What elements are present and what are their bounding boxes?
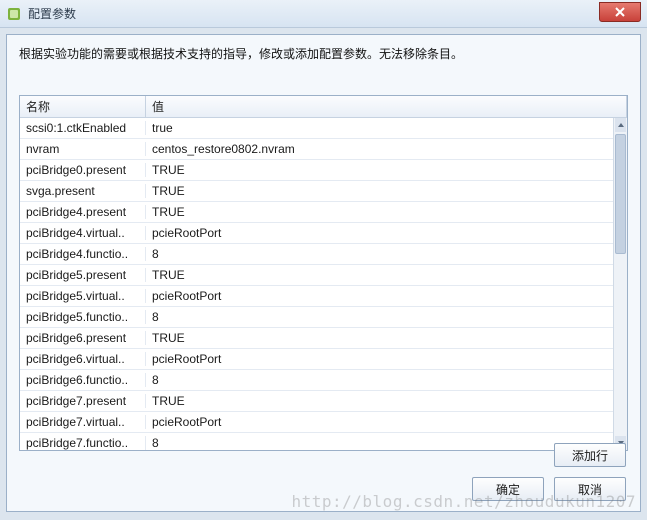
cell-name: pciBridge7.virtual.. (20, 415, 146, 429)
table-row[interactable]: svga.presentTRUE (20, 181, 613, 202)
table-row[interactable]: pciBridge5.virtual..pcieRootPort (20, 286, 613, 307)
window-title: 配置参数 (28, 5, 76, 22)
titlebar: 配置参数 (0, 0, 647, 28)
cell-value: 8 (146, 247, 613, 261)
table-row[interactable]: pciBridge6.functio..8 (20, 370, 613, 391)
table-row[interactable]: pciBridge7.virtual..pcieRootPort (20, 412, 613, 433)
scroll-thumb[interactable] (615, 134, 626, 254)
column-header-name[interactable]: 名称 (20, 96, 146, 117)
table-row[interactable]: pciBridge4.virtual..pcieRootPort (20, 223, 613, 244)
table-row[interactable]: scsi0:1.ctkEnabledtrue (20, 118, 613, 139)
cell-name: pciBridge0.present (20, 163, 146, 177)
table-row[interactable]: pciBridge0.presentTRUE (20, 160, 613, 181)
config-table: 名称 值 scsi0:1.ctkEnabledtruenvramcentos_r… (19, 95, 628, 451)
cell-value: TRUE (146, 163, 613, 177)
cell-value: TRUE (146, 394, 613, 408)
app-icon (6, 6, 22, 22)
cell-name: pciBridge6.present (20, 331, 146, 345)
table-row[interactable]: pciBridge4.functio..8 (20, 244, 613, 265)
cell-name: pciBridge5.functio.. (20, 310, 146, 324)
ok-button[interactable]: 确定 (472, 477, 544, 501)
cell-name: nvram (20, 142, 146, 156)
cell-name: pciBridge5.present (20, 268, 146, 282)
cell-name: pciBridge7.present (20, 394, 146, 408)
cell-name: pciBridge7.functio.. (20, 436, 146, 450)
cell-name: pciBridge6.virtual.. (20, 352, 146, 366)
cell-name: svga.present (20, 184, 146, 198)
cell-value: pcieRootPort (146, 352, 613, 366)
table-row[interactable]: nvramcentos_restore0802.nvram (20, 139, 613, 160)
cell-name: pciBridge4.virtual.. (20, 226, 146, 240)
scroll-up-arrow[interactable] (615, 118, 626, 132)
cell-value: TRUE (146, 268, 613, 282)
description-text: 根据实验功能的需要或根据技术支持的指导，修改或添加配置参数。无法移除条目。 (7, 35, 640, 68)
vertical-scrollbar[interactable] (613, 118, 627, 450)
cell-value: TRUE (146, 331, 613, 345)
add-row-button[interactable]: 添加行 (554, 443, 626, 467)
dialog-panel: 根据实验功能的需要或根据技术支持的指导，修改或添加配置参数。无法移除条目。 名称… (6, 34, 641, 512)
cell-value: centos_restore0802.nvram (146, 142, 613, 156)
cell-name: pciBridge4.present (20, 205, 146, 219)
table-row[interactable]: pciBridge5.presentTRUE (20, 265, 613, 286)
table-header: 名称 值 (20, 96, 627, 118)
close-button[interactable] (599, 2, 641, 22)
cell-value: 8 (146, 373, 613, 387)
cell-name: pciBridge4.functio.. (20, 247, 146, 261)
cell-value: TRUE (146, 184, 613, 198)
cancel-button[interactable]: 取消 (554, 477, 626, 501)
column-header-value[interactable]: 值 (146, 96, 627, 117)
table-body: scsi0:1.ctkEnabledtruenvramcentos_restor… (20, 118, 627, 450)
cell-value: true (146, 121, 613, 135)
cell-name: pciBridge6.functio.. (20, 373, 146, 387)
cell-value: pcieRootPort (146, 226, 613, 240)
cell-value: 8 (146, 310, 613, 324)
table-row[interactable]: pciBridge4.presentTRUE (20, 202, 613, 223)
table-row[interactable]: pciBridge7.presentTRUE (20, 391, 613, 412)
cell-value: pcieRootPort (146, 289, 613, 303)
cell-value: TRUE (146, 205, 613, 219)
table-row[interactable]: pciBridge5.functio..8 (20, 307, 613, 328)
table-row[interactable]: pciBridge6.presentTRUE (20, 328, 613, 349)
cell-value: pcieRootPort (146, 415, 613, 429)
cell-name: pciBridge5.virtual.. (20, 289, 146, 303)
cell-name: scsi0:1.ctkEnabled (20, 121, 146, 135)
table-row[interactable]: pciBridge6.virtual..pcieRootPort (20, 349, 613, 370)
button-area: 添加行 确定 取消 (472, 443, 626, 501)
